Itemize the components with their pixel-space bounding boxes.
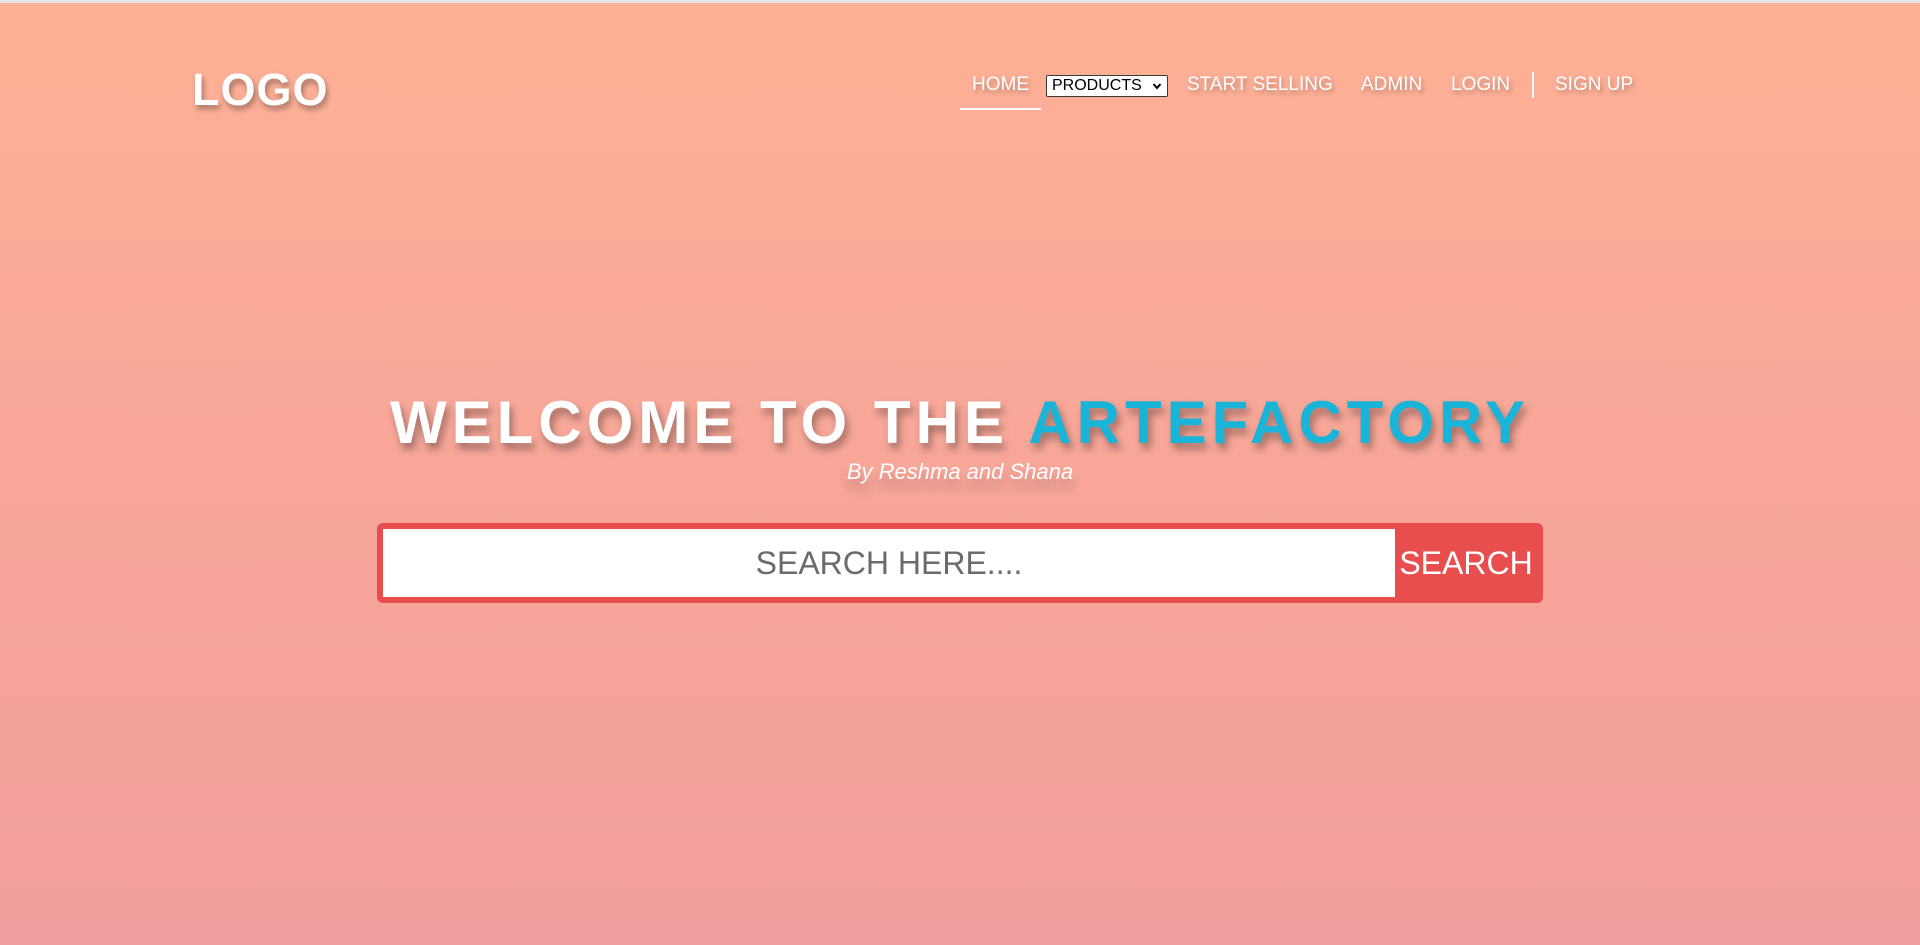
search-bar: SEARCH (377, 523, 1543, 603)
products-select-value: PRODUCTS (1052, 77, 1142, 94)
hero-title-brand: ARTEFACTORY (1028, 389, 1531, 456)
search-button[interactable]: SEARCH (1395, 529, 1537, 597)
products-select[interactable]: PRODUCTS (1046, 75, 1168, 97)
site-logo[interactable]: LOGO (192, 64, 329, 116)
nav-home-link[interactable]: HOME (960, 72, 1041, 110)
hero-subtitle: By Reshma and Shana (846, 459, 1074, 484)
nav-sign-up-link[interactable]: SIGN UP (1555, 72, 1633, 98)
nav-login-link[interactable]: LOGIN (1451, 72, 1510, 98)
nav-divider (1532, 72, 1534, 98)
top-border (0, 0, 1920, 3)
nav-admin-link[interactable]: ADMIN (1361, 72, 1422, 98)
search-input[interactable] (383, 529, 1395, 597)
chevron-down-icon (1152, 83, 1162, 90)
hero-title: WELCOME TO THE ARTEFACTORY (0, 388, 1920, 458)
nav-start-selling-link[interactable]: START SELLING (1187, 72, 1333, 98)
hero-title-prefix: WELCOME TO THE (389, 389, 1029, 456)
